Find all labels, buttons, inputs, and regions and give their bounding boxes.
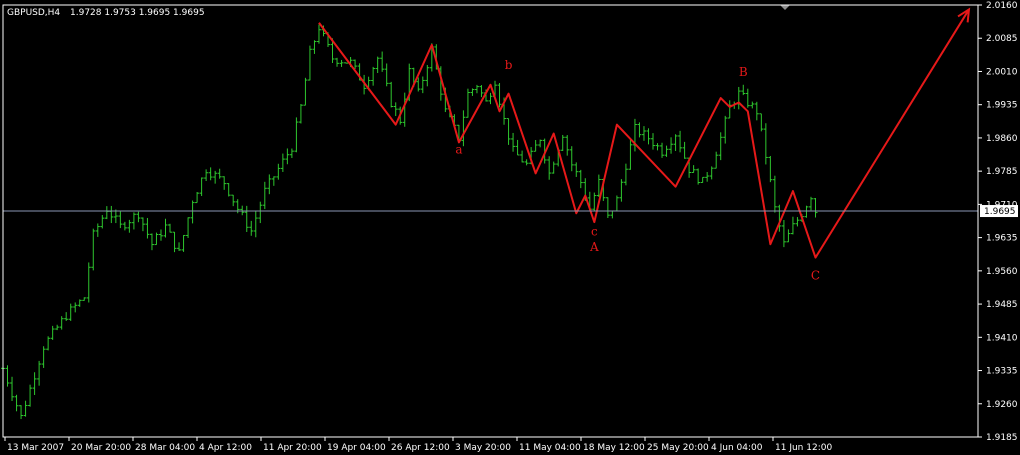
y-tick-label: 1.9335 bbox=[986, 367, 1018, 377]
wave-label: B bbox=[739, 65, 748, 79]
y-tick-label: 1.9185 bbox=[986, 433, 1018, 443]
x-tick-label: 25 May 20:00 bbox=[647, 443, 709, 453]
x-tick-label: 4 Jun 04:00 bbox=[711, 443, 763, 453]
chart-header-symbol: GBPUSD,H4 bbox=[7, 8, 60, 18]
y-tick-label: 2.0085 bbox=[986, 34, 1018, 44]
price-chart[interactable]: a b cA B C 2.0160 2.0085 2.0010 1.9935 1.9860 1.9… bbox=[0, 0, 1020, 455]
wave-label: A bbox=[589, 240, 599, 254]
x-tick-label: 18 May 12:00 bbox=[583, 443, 645, 453]
y-tick-label: 2.0010 bbox=[986, 67, 1018, 77]
y-tick-label: 1.9935 bbox=[986, 101, 1018, 111]
x-tick-label: 11 Jun 12:00 bbox=[775, 443, 832, 453]
wave-label: c bbox=[591, 224, 598, 238]
wave-label: b bbox=[505, 58, 513, 72]
y-tick-label: 1.9635 bbox=[986, 234, 1018, 244]
y-tick-label: 1.9260 bbox=[986, 400, 1018, 410]
x-tick-label: 19 Apr 04:00 bbox=[327, 443, 386, 453]
x-tick-label: 11 Apr 20:00 bbox=[263, 443, 322, 453]
x-tick-label: 3 May 20:00 bbox=[455, 443, 511, 453]
wave-label: a bbox=[455, 142, 462, 156]
x-tick-label: 13 Mar 2007 bbox=[7, 443, 64, 453]
wave-label: C bbox=[811, 269, 820, 283]
chart-header-ohlc: 1.9728 1.9753 1.9695 1.9695 bbox=[70, 8, 205, 18]
x-tick-label: 28 Mar 04:00 bbox=[135, 443, 195, 453]
x-tick-label: 20 Mar 20:00 bbox=[71, 443, 131, 453]
x-tick-label: 26 Apr 12:00 bbox=[391, 443, 450, 453]
x-tick-label: 4 Apr 12:00 bbox=[199, 443, 252, 453]
y-tick-label: 1.9785 bbox=[986, 167, 1018, 177]
y-tick-label: 1.9485 bbox=[986, 300, 1018, 310]
y-tick-label: 1.9560 bbox=[986, 267, 1018, 277]
y-tick-label: 2.0160 bbox=[986, 1, 1018, 11]
y-tick-label: 1.9410 bbox=[986, 333, 1018, 343]
x-tick-label: 11 May 04:00 bbox=[519, 443, 581, 453]
y-tick-label: 1.9860 bbox=[986, 134, 1018, 144]
current-price-label: 1.9695 bbox=[984, 207, 1016, 217]
